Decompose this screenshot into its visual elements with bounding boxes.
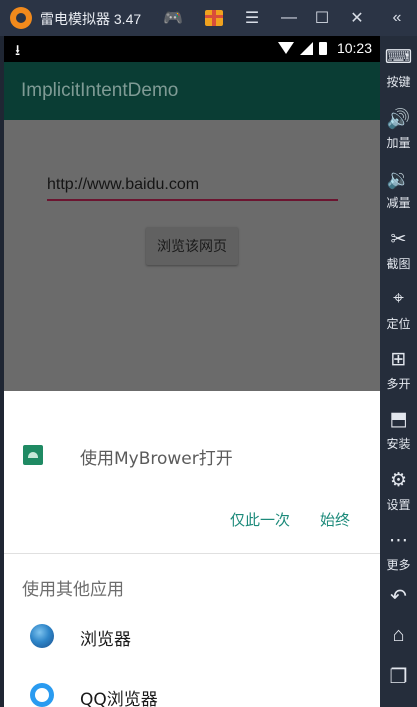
maximize-button[interactable]: ☐ bbox=[310, 6, 334, 30]
divider bbox=[4, 553, 380, 554]
other-apps-header: 使用其他应用 bbox=[22, 580, 124, 600]
recents-icon[interactable]: ❐ bbox=[380, 664, 417, 689]
sidebar-item-volume-up[interactable]: 🔊 加量 bbox=[380, 99, 417, 155]
sidebar-item-more[interactable]: ⋯ 更多 bbox=[380, 521, 417, 577]
emulator-toolbar: ⌨ 按键 🔊 加量 🔉 减量 ✂ 截图 ⌖ 定位 ⊞ 多开 ⬒ 安装 ⚙ 设置 … bbox=[380, 36, 417, 707]
battery-icon bbox=[318, 41, 327, 55]
keyboard-icon: ⌨ bbox=[384, 47, 413, 68]
android-app-icon bbox=[23, 445, 43, 465]
main-content: http://www.baidu.com 浏览该网页 bbox=[4, 120, 380, 420]
scissors-icon: ✂ bbox=[390, 229, 407, 250]
multi-open-icon: ⊞ bbox=[390, 349, 407, 370]
sidebar-item-volume-down[interactable]: 🔉 减量 bbox=[380, 159, 417, 215]
apk-install-icon: ⬒ bbox=[389, 409, 408, 430]
browse-page-button[interactable]: 浏览该网页 bbox=[146, 227, 238, 265]
sidebar-item-label: 减量 bbox=[386, 196, 411, 210]
status-clock: 10:23 bbox=[336, 40, 372, 56]
sidebar-item-keys[interactable]: ⌨ 按键 bbox=[380, 38, 417, 94]
status-indicators: 10:23 bbox=[277, 40, 372, 56]
sidebar-item-label: 定位 bbox=[386, 317, 411, 331]
url-input[interactable]: http://www.baidu.com bbox=[47, 176, 199, 194]
sidebar-item-install[interactable]: ⬒ 安装 bbox=[380, 400, 417, 456]
app-option-label: QQ浏览器 bbox=[80, 690, 158, 707]
emulator-title: 雷电模拟器 3.47 bbox=[40, 11, 142, 27]
volume-down-icon: 🔉 bbox=[386, 169, 411, 190]
close-window-button[interactable]: ✕ bbox=[345, 6, 369, 30]
url-input-underline bbox=[47, 199, 338, 201]
sidebar-item-label: 更多 bbox=[386, 558, 411, 572]
sidebar-item-location[interactable]: ⌖ 定位 bbox=[380, 280, 417, 336]
just-once-button[interactable]: 仅此一次 bbox=[230, 509, 290, 530]
wifi-icon bbox=[277, 42, 294, 54]
signal-icon bbox=[299, 41, 313, 55]
gift-icon[interactable] bbox=[202, 6, 226, 30]
gamepad-icon[interactable]: 🎮 bbox=[161, 6, 185, 30]
qq-browser-icon bbox=[30, 683, 54, 707]
sidebar-item-label: 截图 bbox=[386, 257, 411, 271]
app-option-browser[interactable]: 浏览器 bbox=[4, 613, 380, 669]
emulator-window: 雷电模拟器 3.47 🎮 ☰ — ☐ ✕ « ⭳ 10:23 ImplicitI… bbox=[0, 0, 417, 707]
volume-up-icon: 🔊 bbox=[386, 109, 411, 130]
minimize-button[interactable]: — bbox=[277, 6, 301, 30]
always-button[interactable]: 始终 bbox=[320, 509, 350, 530]
menu-icon[interactable]: ☰ bbox=[240, 6, 264, 30]
status-bar: ⭳ 10:23 bbox=[4, 36, 380, 62]
sidebar-item-label: 按键 bbox=[386, 75, 411, 89]
gear-icon: ⚙ bbox=[389, 470, 408, 491]
sidebar-item-settings[interactable]: ⚙ 设置 bbox=[380, 461, 417, 517]
sidebar-item-label: 安装 bbox=[386, 437, 411, 451]
globe-icon bbox=[30, 624, 54, 648]
app-bar: ImplicitIntentDemo bbox=[4, 62, 380, 120]
location-icon: ⌖ bbox=[393, 288, 404, 309]
app-chooser-sheet: 使用MyBrower打开 仅此一次 始终 使用其他应用 浏览器 QQ浏览器 bbox=[4, 391, 380, 707]
sidebar-item-multi-open[interactable]: ⊞ 多开 bbox=[380, 340, 417, 396]
app-option-label: 浏览器 bbox=[80, 630, 131, 650]
back-icon[interactable]: ↶ bbox=[380, 584, 417, 609]
emulator-title-bar: 雷电模拟器 3.47 🎮 ☰ — ☐ ✕ « bbox=[0, 0, 417, 36]
open-with-title: 使用MyBrower打开 bbox=[80, 449, 233, 469]
collapse-sidebar-button[interactable]: « bbox=[385, 6, 409, 30]
app-title: ImplicitIntentDemo bbox=[21, 80, 179, 101]
app-option-qq-browser[interactable]: QQ浏览器 bbox=[4, 673, 380, 707]
more-icon: ⋯ bbox=[389, 530, 408, 551]
sidebar-item-screenshot[interactable]: ✂ 截图 bbox=[380, 220, 417, 276]
home-icon[interactable]: ⌂ bbox=[380, 624, 417, 647]
sidebar-item-label: 加量 bbox=[386, 136, 411, 150]
leidian-logo-icon bbox=[10, 7, 32, 29]
android-screen: ⭳ 10:23 ImplicitIntentDemo http://www.ba… bbox=[4, 36, 380, 707]
sidebar-item-label: 多开 bbox=[386, 377, 411, 391]
sidebar-item-label: 设置 bbox=[386, 498, 411, 512]
